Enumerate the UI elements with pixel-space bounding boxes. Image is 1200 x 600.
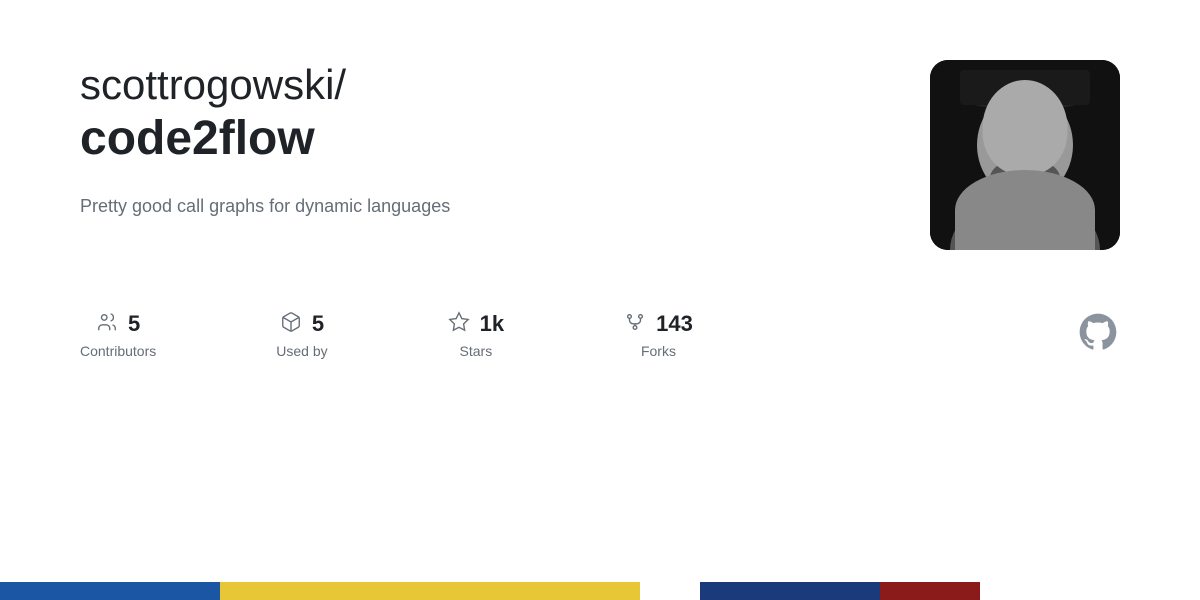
bottom-bar (0, 582, 1200, 600)
stat-used-by[interactable]: 5 Used by (276, 311, 327, 359)
stat-forks[interactable]: 143 Forks (624, 311, 693, 359)
avatar-svg (930, 60, 1120, 250)
stat-contributors-top: 5 (96, 311, 140, 337)
bar-darkblue (700, 582, 880, 600)
repo-header: scottrogowski/ code2flow Pretty good cal… (80, 60, 1120, 250)
stars-label: Stars (460, 343, 493, 359)
star-icon (448, 311, 470, 337)
stat-used-by-top: 5 (280, 311, 324, 337)
contributors-value: 5 (128, 311, 140, 337)
repo-title-section: scottrogowski/ code2flow Pretty good cal… (80, 60, 890, 217)
bar-gap1 (640, 582, 700, 600)
main-content: scottrogowski/ code2flow Pretty good cal… (0, 0, 1200, 399)
github-logo-svg (1076, 310, 1120, 354)
stat-forks-top: 143 (624, 311, 693, 337)
avatar (930, 60, 1120, 250)
fork-icon (624, 311, 646, 337)
repo-description: Pretty good call graphs for dynamic lang… (80, 196, 890, 217)
used-by-label: Used by (276, 343, 327, 359)
bar-blue (0, 582, 220, 600)
package-icon (280, 311, 302, 337)
repo-name: code2flow (80, 110, 890, 168)
stat-stars-top: 1k (448, 311, 504, 337)
people-icon (96, 311, 118, 337)
bar-darkred (880, 582, 980, 600)
contributors-label: Contributors (80, 343, 156, 359)
stars-value: 1k (480, 311, 504, 337)
stat-stars[interactable]: 1k Stars (448, 311, 504, 359)
used-by-value: 5 (312, 311, 324, 337)
bar-yellow (220, 582, 640, 600)
forks-value: 143 (656, 311, 693, 337)
github-icon[interactable] (1076, 310, 1120, 359)
stat-contributors[interactable]: 5 Contributors (80, 311, 156, 359)
stats-row: 5 Contributors 5 Used by (80, 310, 1120, 359)
forks-label: Forks (641, 343, 676, 359)
repo-owner: scottrogowski/ (80, 60, 890, 110)
avatar-image (930, 60, 1120, 250)
